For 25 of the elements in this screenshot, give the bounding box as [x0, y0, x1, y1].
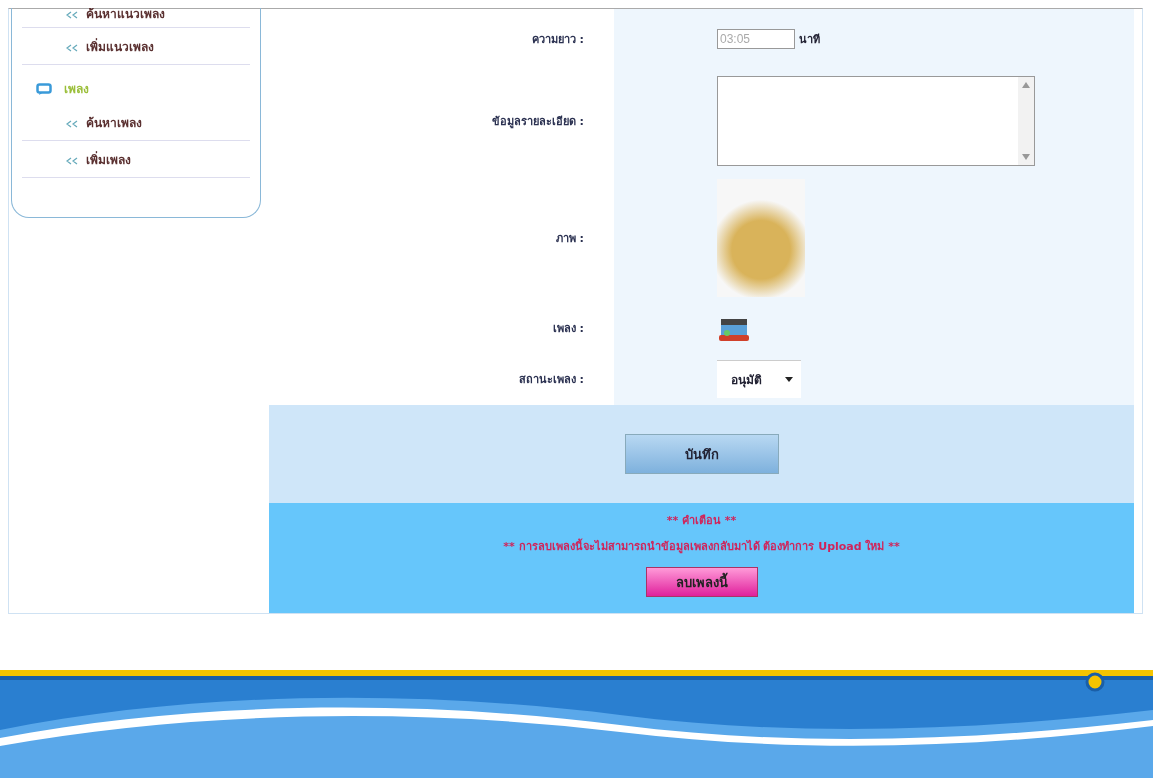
sidebar-section-title: เพลง — [64, 81, 89, 98]
sidebar-link[interactable]: ค้นหาแนวเพลง — [66, 8, 166, 21]
status-dropdown[interactable]: อนุมัติ — [717, 360, 801, 398]
sidebar-link[interactable]: เพิ่มแนวเพลง — [66, 40, 155, 54]
warning-title: ** คำเตือน ** — [666, 513, 737, 529]
scroll-up-icon[interactable] — [1022, 82, 1030, 88]
field-label: เพลง : — [552, 321, 584, 337]
sidebar-link[interactable]: เพิ่มเพลง — [66, 153, 132, 167]
unit-label: นาที — [799, 32, 820, 48]
field-label: สถานะเพลง : — [518, 372, 584, 388]
double-chevron-icon — [66, 119, 78, 128]
warning-message: ** การลบเพลงนี้จะไม่สามารถนำข้อมูลเพลงกลับมาได้ ต้องทำการ Upload ใหม่ ** — [503, 537, 900, 555]
field-label: ความยาว : — [531, 32, 584, 48]
scroll-down-icon[interactable] — [1022, 154, 1030, 160]
double-chevron-icon — [66, 10, 78, 19]
double-chevron-icon — [66, 43, 78, 52]
double-chevron-icon — [66, 156, 78, 165]
caret-icon — [785, 377, 793, 382]
details-textarea[interactable] — [717, 76, 1035, 166]
delete-button[interactable]: ลบเพลงนี้ — [645, 567, 758, 597]
speech-bubble-icon — [36, 82, 52, 95]
field-label: ข้อมูลรายละเอียด : — [491, 114, 584, 130]
field-label: ภาพ : — [555, 231, 584, 247]
sidebar-link[interactable]: ค้นหาเพลง — [66, 116, 143, 130]
save-button[interactable]: บันทึก — [624, 434, 779, 474]
